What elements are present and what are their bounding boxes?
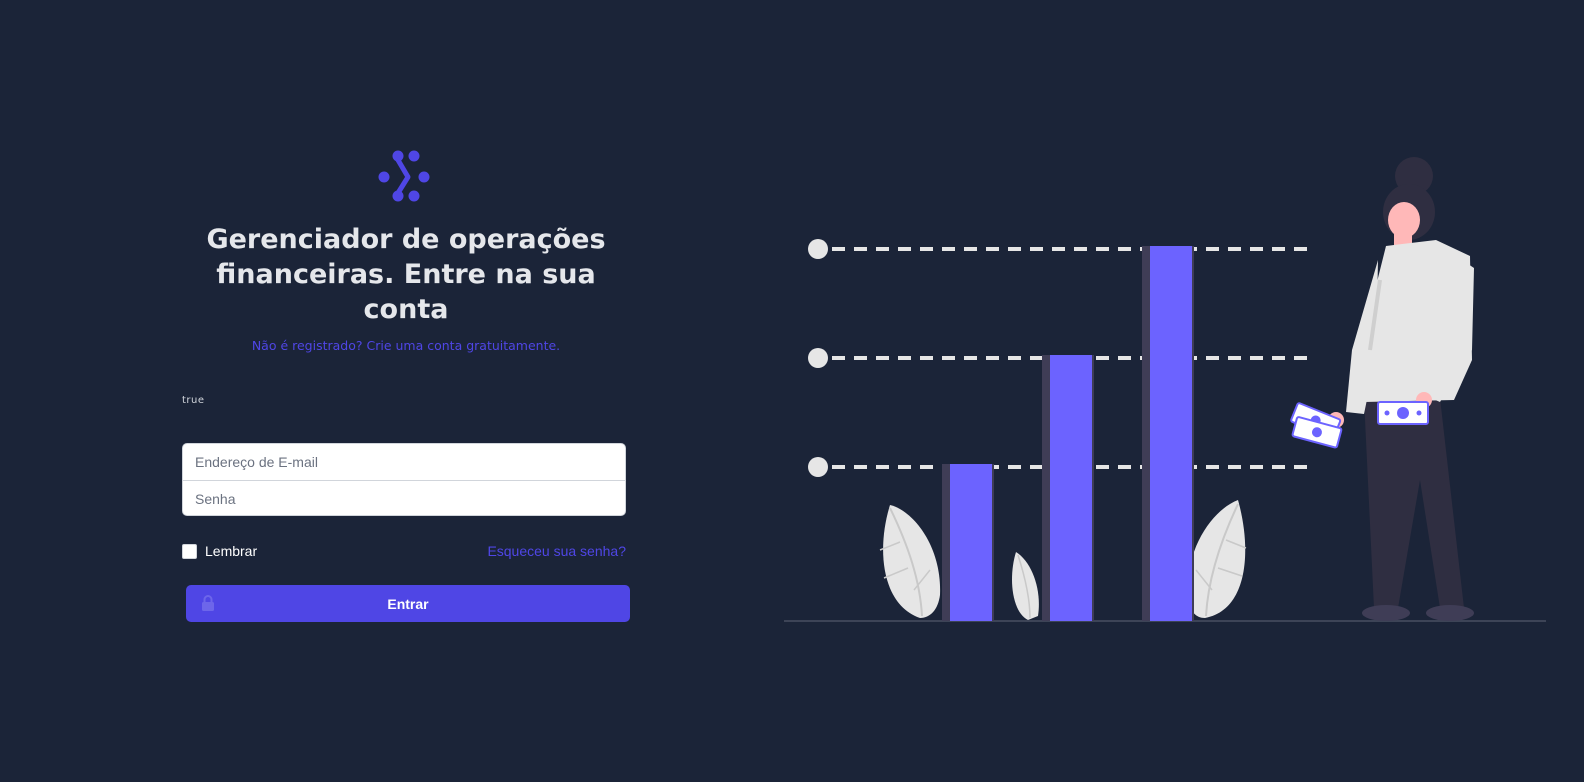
email-input[interactable] [183,444,625,480]
finance-illustration [784,157,1546,622]
lock-icon [202,595,214,611]
remember-me[interactable]: Lembrar [182,543,257,559]
bar-chart-illustration [942,246,1194,621]
remember-label: Lembrar [205,543,258,559]
register-prompt-text: Não é registrado? [251,338,363,353]
register-prompt: Não é registrado? Crie uma conta gratuit… [182,338,630,354]
bar-2 [1050,355,1092,621]
plant-left-icon [879,505,941,618]
password-input[interactable] [183,481,625,515]
forgot-password-link[interactable]: Esqueceu sua senha? [487,543,626,559]
bar-1 [950,464,992,621]
credentials-form [182,443,626,516]
woman-figure-icon [1328,157,1474,621]
logo-icon [378,150,430,202]
sign-in-label: Entrar [387,595,429,612]
sign-in-button[interactable]: Entrar [186,585,630,622]
debug-text: true [182,395,205,406]
register-link[interactable]: Crie uma conta gratuitamente. [367,338,561,353]
bar-3 [1150,246,1192,621]
page-title: Gerenciador de operações financeiras. En… [206,224,606,325]
plant-right-icon [1187,500,1247,618]
remember-checkbox[interactable] [182,543,197,559]
plant-middle-icon [1012,552,1039,620]
